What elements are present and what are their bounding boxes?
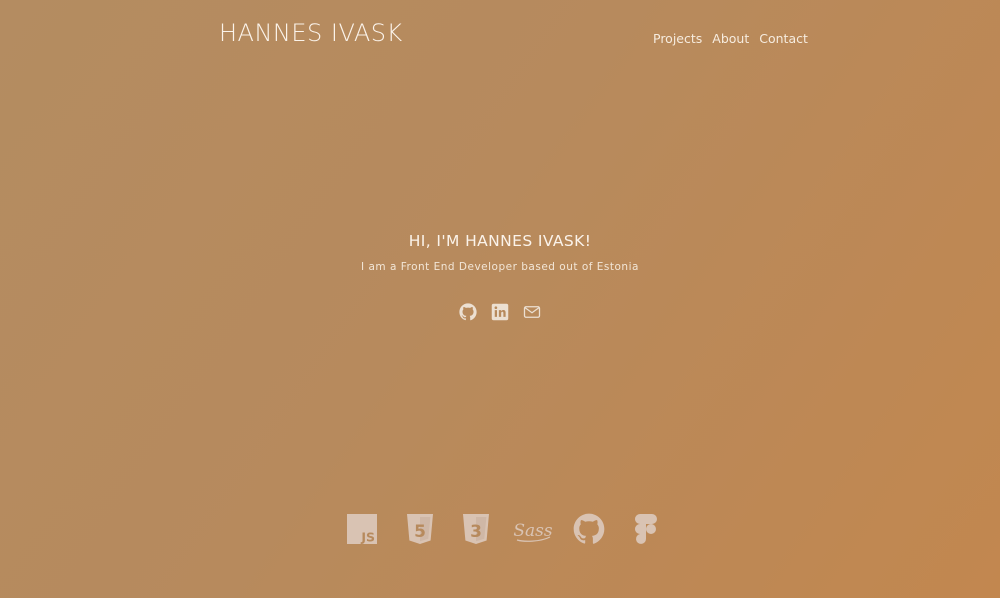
social-links	[0, 303, 1000, 321]
hero-subtitle: I am a Front End Developer based out of …	[361, 261, 639, 273]
linkedin-link[interactable]	[491, 303, 509, 321]
mail-link[interactable]	[523, 303, 541, 321]
sass-icon: Sass	[513, 513, 553, 545]
nav-projects-link[interactable]: Projects	[653, 31, 702, 46]
linkedin-icon	[491, 303, 509, 321]
github-link[interactable]	[459, 303, 477, 321]
javascript-icon: JS	[347, 513, 379, 545]
html5-icon: 5	[404, 513, 436, 545]
mail-icon	[523, 306, 541, 318]
nav-contact-link[interactable]: Contact	[759, 31, 808, 46]
nav-about-link[interactable]: About	[712, 31, 749, 46]
hero-section: HI, I'M HANNES IVASK! I am a Front End D…	[0, 232, 1000, 273]
figma-icon	[630, 513, 662, 545]
svg-text:3: 3	[470, 522, 482, 542]
hero-title: HI, I'M HANNES IVASK!	[408, 232, 592, 250]
svg-text:JS: JS	[360, 530, 375, 545]
github-icon	[573, 513, 605, 545]
css3-icon: 3	[460, 513, 492, 545]
site-logo[interactable]: HANNES IVASK	[219, 19, 403, 47]
tech-stack: JS 5 3 Sass	[345, 513, 660, 547]
page: HANNES IVASK Projects About Contact HI, …	[0, 0, 1000, 598]
svg-text:5: 5	[414, 522, 426, 542]
github-icon	[459, 303, 477, 321]
main-nav: Projects About Contact	[653, 31, 808, 46]
